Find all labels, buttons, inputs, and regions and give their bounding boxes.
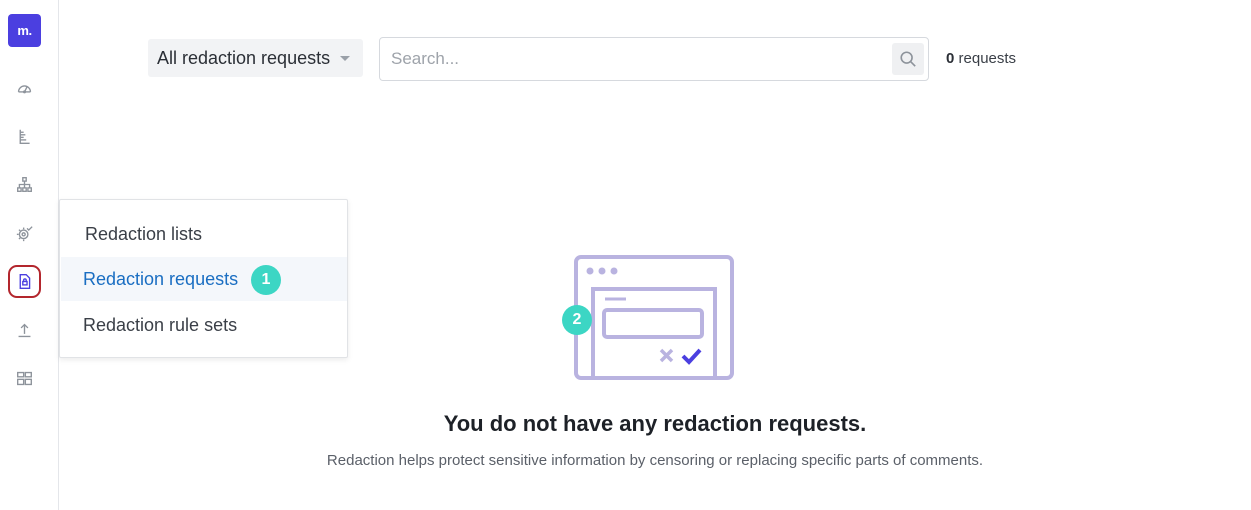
step-badge-1: 1 bbox=[251, 265, 281, 295]
empty-state-description: Redaction helps protect sensitive inform… bbox=[326, 452, 984, 469]
step-badge-number: 2 bbox=[572, 311, 582, 328]
gauge-icon bbox=[17, 85, 32, 94]
sidebar-item-layout[interactable] bbox=[8, 362, 41, 395]
step-badge-2: 2 bbox=[562, 305, 592, 335]
redaction-nav-menu: Redaction lists Redaction requests Redac… bbox=[59, 199, 348, 358]
sidebar-item-redaction[interactable] bbox=[8, 265, 41, 298]
menu-item-redaction-requests[interactable]: Redaction requests bbox=[61, 257, 347, 301]
search-input[interactable] bbox=[391, 38, 881, 80]
menu-item-label: Redaction rule sets bbox=[83, 314, 238, 335]
search-icon bbox=[900, 51, 916, 67]
chevron-down-icon bbox=[340, 56, 350, 61]
upload-icon bbox=[18, 323, 31, 338]
sidebar-item-settings[interactable] bbox=[8, 217, 41, 250]
menu-item-redaction-lists[interactable]: Redaction lists bbox=[61, 212, 347, 256]
sidebar-item-hierarchy[interactable] bbox=[8, 168, 41, 201]
search-box bbox=[379, 37, 929, 81]
app-logo[interactable]: m. bbox=[8, 14, 41, 47]
grid-layout-icon bbox=[17, 371, 32, 386]
redaction-document-icon bbox=[19, 274, 31, 289]
sidebar-item-upload[interactable] bbox=[8, 314, 41, 347]
gear-check-icon bbox=[16, 226, 33, 242]
menu-item-label: Redaction lists bbox=[85, 223, 203, 244]
request-count-suffix: requests bbox=[954, 50, 1017, 67]
menu-item-redaction-rule-sets[interactable]: Redaction rule sets bbox=[61, 303, 347, 347]
menu-item-label: Redaction requests bbox=[83, 268, 239, 289]
filter-label: All redaction requests bbox=[157, 47, 331, 68]
sidebar-item-dashboard[interactable] bbox=[8, 72, 41, 105]
request-filter-dropdown[interactable]: All redaction requests bbox=[148, 39, 363, 77]
search-button[interactable] bbox=[892, 43, 924, 75]
ruler-icon bbox=[19, 129, 30, 144]
hierarchy-icon bbox=[17, 177, 32, 192]
request-count: 0 requests bbox=[946, 50, 1016, 67]
sidebar-item-measure[interactable] bbox=[8, 120, 41, 153]
logo-text: m. bbox=[17, 23, 32, 38]
empty-state-title: You do not have any redaction requests. bbox=[443, 411, 867, 436]
step-badge-number: 1 bbox=[261, 271, 271, 288]
